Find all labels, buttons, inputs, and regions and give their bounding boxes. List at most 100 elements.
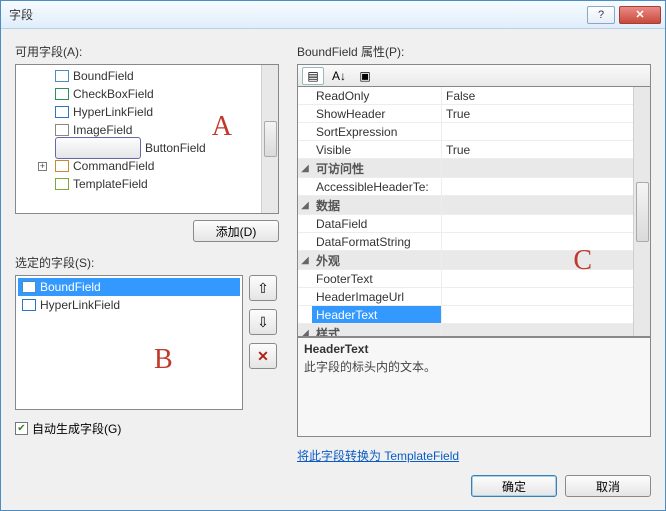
field-type-icon [55, 160, 69, 172]
property-pages-button[interactable]: ▣ [354, 67, 376, 85]
available-fields-tree[interactable]: BoundFieldCheckBoxFieldHyperLinkField Ima… [15, 64, 279, 214]
properties-label: BoundField 属性(P): [297, 43, 651, 60]
move-down-button[interactable]: ⇩ [249, 309, 277, 335]
property-row[interactable]: VisibleTrue [298, 141, 633, 159]
category-expander-icon [298, 270, 312, 287]
property-name: Visible [312, 141, 442, 158]
category-expander-icon [298, 87, 312, 104]
close-button[interactable]: ✕ [619, 6, 661, 24]
property-value[interactable] [442, 306, 633, 323]
tree-item[interactable]: + CommandField [18, 157, 261, 175]
main-area: 可用字段(A): BoundFieldCheckBoxFieldHyperLin… [15, 43, 651, 464]
property-row[interactable]: AccessibleHeaderTe: [298, 178, 633, 196]
selected-fields-label: 选定的字段(S): [15, 254, 279, 271]
property-row[interactable]: ReadOnlyFalse [298, 87, 633, 105]
property-value[interactable] [442, 215, 633, 232]
tree-item[interactable]: ImageField [18, 121, 261, 139]
property-grid[interactable]: ReadOnlyFalseShowHeaderTrueSortExpressio… [297, 87, 651, 337]
category-expander-icon [298, 123, 312, 140]
property-value[interactable] [442, 123, 633, 140]
property-name: 可访问性 [312, 159, 442, 177]
category-expander-icon [298, 178, 312, 195]
tree-item[interactable]: TemplateField [18, 175, 261, 193]
list-item[interactable]: HyperLinkField [18, 296, 240, 314]
category-expander-icon[interactable]: ◢ [298, 159, 312, 177]
category-expander-icon[interactable]: ◢ [298, 324, 312, 337]
property-value [442, 324, 633, 337]
list-item-label: HyperLinkField [40, 298, 120, 312]
available-fields-label: 可用字段(A): [15, 43, 279, 60]
field-type-icon [55, 137, 141, 159]
property-row[interactable]: HeaderText [298, 306, 633, 324]
move-up-button[interactable]: ⇧ [249, 275, 277, 301]
category-expander-icon[interactable]: ◢ [298, 251, 312, 269]
field-type-icon [55, 124, 69, 136]
property-value[interactable] [442, 178, 633, 195]
property-value[interactable] [442, 233, 633, 250]
autogen-checkbox[interactable]: ✔ [15, 422, 28, 435]
category-expander-icon [298, 288, 312, 305]
property-description-title: HeaderText [304, 342, 644, 356]
property-name: HeaderImageUrl [312, 288, 442, 305]
convert-templatefield-link[interactable]: 将此字段转换为 TemplateField [297, 447, 651, 464]
tree-scrollbar[interactable] [261, 65, 278, 213]
window-title: 字段 [9, 6, 33, 23]
tree-expander-icon[interactable]: + [38, 162, 47, 171]
property-category[interactable]: ◢样式 [298, 324, 633, 337]
list-item[interactable]: BoundField [18, 278, 240, 296]
tree-item-label: ButtonField [145, 141, 206, 155]
propertygrid-toolbar: ▤ A↓ ▣ [297, 64, 651, 87]
field-type-icon [22, 299, 36, 311]
property-value[interactable]: False [442, 87, 633, 104]
tree-item[interactable]: HyperLinkField [18, 103, 261, 121]
category-expander-icon[interactable]: ◢ [298, 196, 312, 214]
scroll-thumb[interactable] [636, 182, 649, 242]
delete-button[interactable]: ✕ [249, 343, 277, 369]
property-value[interactable]: True [442, 105, 633, 122]
property-name: DataField [312, 215, 442, 232]
category-expander-icon [298, 105, 312, 122]
property-value[interactable] [442, 288, 633, 305]
property-name: ReadOnly [312, 87, 442, 104]
property-category[interactable]: ◢可访问性 [298, 159, 633, 178]
property-name: 样式 [312, 324, 442, 337]
property-name: 外观 [312, 251, 442, 269]
category-expander-icon [298, 233, 312, 250]
property-row[interactable]: DataFormatString [298, 233, 633, 251]
property-name: SortExpression [312, 123, 442, 140]
property-row[interactable]: ShowHeaderTrue [298, 105, 633, 123]
property-category[interactable]: ◢外观 [298, 251, 633, 270]
propertygrid-scrollbar[interactable] [633, 87, 650, 336]
tree-item[interactable]: ButtonField [18, 139, 261, 157]
property-name: DataFormatString [312, 233, 442, 250]
property-value [442, 196, 633, 214]
alpha-sort-button[interactable]: A↓ [328, 67, 350, 85]
client-area: 可用字段(A): BoundFieldCheckBoxFieldHyperLin… [1, 29, 665, 510]
property-description: HeaderText 此字段的标头内的文本。 [297, 337, 651, 437]
add-button[interactable]: 添加(D) [193, 220, 279, 242]
property-row[interactable]: HeaderImageUrl [298, 288, 633, 306]
titlebar-buttons: ? ✕ [587, 6, 665, 24]
help-button[interactable]: ? [587, 6, 615, 24]
ok-button[interactable]: 确定 [471, 475, 557, 497]
tree-item-label: CommandField [73, 159, 154, 173]
property-row[interactable]: FooterText [298, 270, 633, 288]
tree-item-label: ImageField [73, 123, 132, 137]
property-name: ShowHeader [312, 105, 442, 122]
tree-item[interactable]: BoundField [18, 67, 261, 85]
property-category[interactable]: ◢数据 [298, 196, 633, 215]
property-name: FooterText [312, 270, 442, 287]
categorized-view-button[interactable]: ▤ [302, 67, 324, 85]
property-row[interactable]: DataField [298, 215, 633, 233]
right-column: BoundField 属性(P): ▤ A↓ ▣ ReadOnlyFalseSh… [297, 43, 651, 464]
cancel-button[interactable]: 取消 [565, 475, 651, 497]
left-column: 可用字段(A): BoundFieldCheckBoxFieldHyperLin… [15, 43, 279, 464]
property-value[interactable] [442, 270, 633, 287]
field-type-icon [55, 88, 69, 100]
scroll-thumb[interactable] [264, 121, 277, 157]
property-value[interactable]: True [442, 141, 633, 158]
selected-fields-list[interactable]: BoundFieldHyperLinkField B [15, 275, 243, 410]
dialog-footer: 确定 取消 [15, 464, 651, 500]
property-row[interactable]: SortExpression [298, 123, 633, 141]
tree-item[interactable]: CheckBoxField [18, 85, 261, 103]
